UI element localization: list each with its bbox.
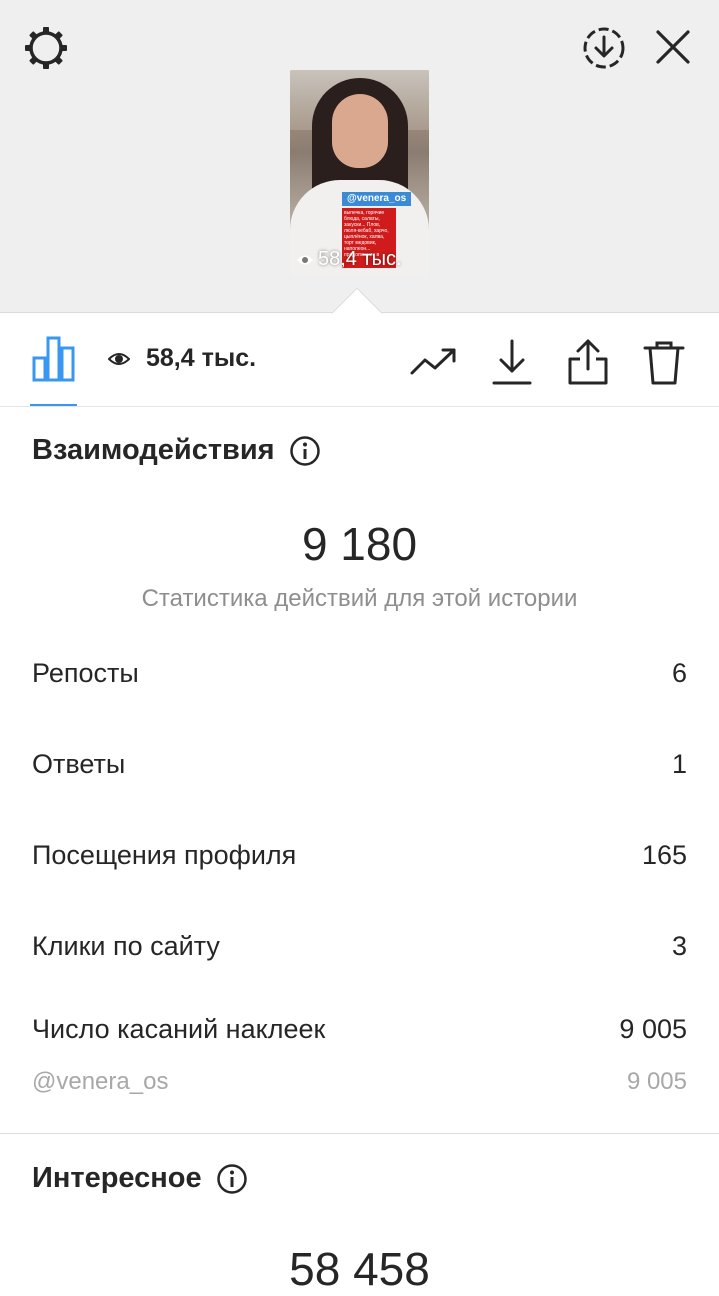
stat-sub-label: @venera_os [32,1068,169,1095]
share-button[interactable] [562,336,614,388]
download-icon [492,339,532,385]
eye-icon [297,255,313,264]
views-count: 58,4 тыс. [146,344,257,372]
tab-insights[interactable] [30,334,78,408]
bar-chart-icon [32,336,75,382]
stat-row-sticker-taps: Число касаний наклеек 9 005 [32,1014,687,1045]
story-thumbnail[interactable]: @venera_os выпечка, горячие блюда, салат… [290,70,429,276]
story-preview-area: @venera_os выпечка, горячие блюда, салат… [0,0,719,313]
stat-row-replies: Ответы 1 [32,749,687,780]
download-button[interactable] [486,336,538,388]
info-icon[interactable] [216,1163,248,1195]
stat-label: Ответы [32,749,126,779]
thumbnail-person-face [332,94,388,168]
stat-row-website-clicks: Клики по сайту 3 [32,931,687,962]
promote-button[interactable] [408,336,460,388]
share-icon [568,339,608,385]
info-icon[interactable] [289,435,321,467]
discovery-total: 58 458 [289,1243,430,1295]
stat-row-reposts: Репосты 6 [32,658,687,689]
trash-icon [643,341,685,385]
active-tab-indicator [30,404,77,406]
stat-value: 165 [641,840,687,870]
stat-subrow-sticker-mention: @venera_os 9 005 [32,1068,687,1096]
eye-icon [108,352,130,365]
story-toolbar: 58,4 тыс. [0,314,719,407]
discovery-title: Интересное [32,1162,202,1194]
stat-label: Число касаний наклеек [32,1014,326,1044]
section-divider [0,1133,719,1134]
stat-label: Клики по сайту [32,931,220,961]
trend-up-icon [410,348,456,375]
mention-sticker: @venera_os [342,192,412,206]
delete-button[interactable] [638,336,690,388]
save-story-button[interactable] [578,22,630,74]
stat-value: 3 [671,931,687,961]
download-circle-icon [583,27,625,69]
stat-row-profile-visits: Посещения профиля 165 [32,840,687,871]
stat-label: Репосты [32,658,139,688]
interactions-title: Взаимодействия [32,434,275,466]
stat-value: 9 005 [619,1014,687,1044]
interactions-subtitle: Статистика действий для этой истории [141,585,578,612]
discovery-heading: Интересное [32,1162,248,1195]
close-icon [656,30,690,64]
interactions-heading: Взаимодействия [32,434,321,467]
stat-value: 1 [671,749,687,779]
thumbnail-views-count: 58,4 тыс. [318,248,402,270]
close-button[interactable] [648,22,698,72]
stat-label: Посещения профиля [32,840,297,870]
thumbnail-views: 58,4 тыс. [296,248,402,271]
viewers-summary[interactable]: 58,4 тыс. [108,344,256,373]
interactions-total: 9 180 [301,518,418,570]
stat-value: 6 [671,658,687,688]
settings-button[interactable] [20,22,72,74]
stat-sub-value: 9 005 [626,1068,687,1095]
gear-icon [25,27,67,69]
